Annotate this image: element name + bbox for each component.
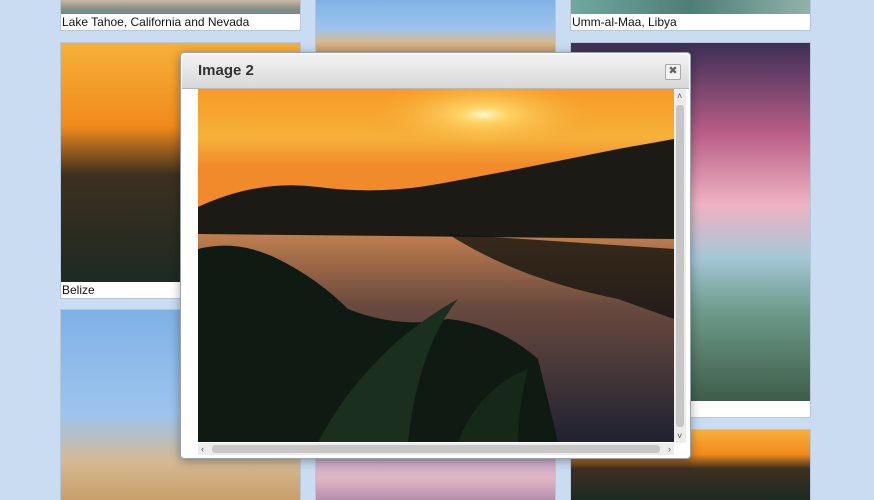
gallery-tile[interactable] (316, 0, 555, 52)
scroll-up-arrow-icon[interactable]: ˄ (677, 91, 682, 101)
scroll-down-arrow-icon[interactable]: ˅ (677, 431, 682, 441)
horizontal-scrollbar[interactable]: ‹ › (198, 443, 674, 455)
horizontal-scroll-thumb[interactable] (212, 445, 660, 453)
modal-photo (198, 89, 674, 442)
gallery-caption: Lake Tahoe, California and Nevada (61, 14, 300, 30)
gallery-tile[interactable]: Lake Tahoe, California and Nevada (61, 0, 300, 30)
vertical-scroll-thumb[interactable] (676, 105, 684, 427)
close-icon[interactable]: ✖ (665, 64, 681, 80)
vertical-scrollbar[interactable]: ˄ ˅ (674, 89, 686, 443)
gallery-image[interactable] (61, 0, 300, 14)
modal-title: Image 2 (198, 62, 254, 79)
scroll-left-arrow-icon[interactable]: ‹ (201, 444, 204, 454)
gallery-tile[interactable] (316, 457, 555, 500)
gallery-image[interactable] (316, 457, 555, 500)
gallery-caption: Umm-al-Maa, Libya (571, 14, 810, 30)
modal-titlebar[interactable]: Image 2 ✖ (182, 54, 689, 89)
modal-image-viewport[interactable]: ˄ ˅ ‹ › (198, 89, 686, 455)
gallery-tile[interactable]: Umm-al-Maa, Libya (571, 0, 810, 30)
image-modal: Image 2 ✖ ˄ ˅ ‹ › (180, 52, 691, 459)
gallery-image[interactable] (316, 0, 555, 52)
scroll-right-arrow-icon[interactable]: › (668, 444, 671, 454)
gallery-image[interactable] (571, 0, 810, 14)
